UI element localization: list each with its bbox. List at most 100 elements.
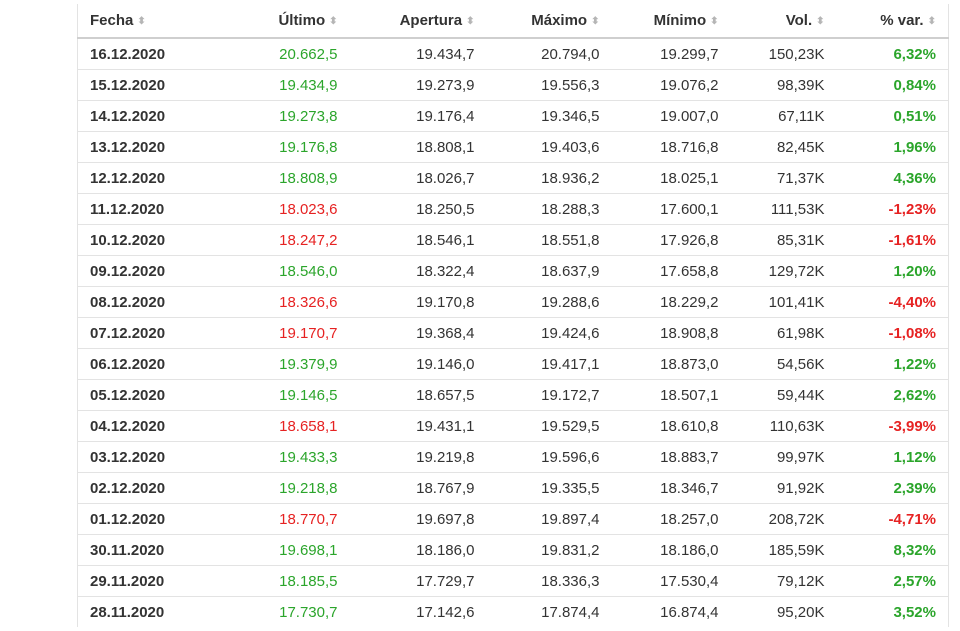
cell-date: 12.12.2020 [77,162,197,194]
cell-volume: 98,39K [730,69,837,101]
column-header-label: Mínimo [653,12,707,29]
column-header-low[interactable]: Mínimo ⬍ [611,4,731,39]
cell-date: 15.12.2020 [77,69,197,101]
sort-updown-icon[interactable]: ⬍ [928,16,936,27]
cell-open: 18.186,0 [349,534,487,566]
cell-change-pct: 6,32% [893,45,936,63]
table-row: 09.12.2020 18.546,0 18.322,4 18.637,9 17.658… [77,255,949,287]
cell-change-pct: 1,20% [836,255,949,287]
sort-updown-icon[interactable]: ⬍ [466,16,474,27]
cell-last: 19.146,5 [196,379,350,411]
cell-high: 19.596,6 [486,441,612,473]
cell-volume: 99,97K [730,441,837,473]
cell-low: 16.874,4 [611,596,731,627]
column-header-label: Fecha [90,12,134,29]
cell-open: 19.170,8 [349,286,487,318]
cell-high: 19.897,4 [486,503,612,535]
cell-high: 19.288,6 [486,286,612,318]
cell-volume: 110,63K [730,410,837,442]
cell-high: 19.556,3 [486,69,612,101]
cell-change-pct: 3,52% [836,596,949,627]
sort-updown-icon[interactable]: ⬍ [591,16,599,27]
cell-date: 06.12.2020 [77,348,197,380]
column-header-label: % var. [880,12,924,29]
sort-updown-icon[interactable]: ⬍ [816,16,824,27]
sort-updown-icon[interactable]: ⬍ [329,16,337,27]
cell-date: 10.12.2020 [77,224,197,256]
cell-open: 18.767,9 [349,472,487,504]
cell-volume: 54,56K [730,348,837,380]
cell-volume: 95,20K [730,596,837,627]
cell-volume: 150,23K [768,45,825,63]
cell-change-pct: 1,96% [836,131,949,163]
cell-volume: 85,31K [730,224,837,256]
cell-open: 19.219,8 [349,441,487,473]
cell-low: 19.076,2 [611,69,731,101]
cell-last: 18.185,5 [196,565,350,597]
cell-open: 19.273,9 [349,69,487,101]
cell-high: 19.831,2 [486,534,612,566]
cell-date: 30.11.2020 [77,534,197,566]
cell-change-pct: 4,36% [836,162,949,194]
table-row: 15.12.2020 19.434,9 19.273,9 19.556,3 19.076… [77,69,949,101]
cell-change-pct: 0,51% [836,100,949,132]
cell-low: 18.257,0 [611,503,731,535]
cell-low: 18.025,1 [611,162,731,194]
cell-high: 18.336,3 [486,565,612,597]
cell-volume: 185,59K [730,534,837,566]
column-header-label: Máximo [531,12,588,29]
cell-date: 04.12.2020 [77,410,197,442]
cell-low: 18.186,0 [611,534,731,566]
cell-change-pct: 1,22% [836,348,949,380]
cell-date: 16.12.2020 [90,45,166,63]
cell-low: 18.346,7 [611,472,731,504]
cell-high: 20.794,0 [541,45,600,63]
cell-low: 17.658,8 [611,255,731,287]
cell-date: 05.12.2020 [77,379,197,411]
cell-open: 18.026,7 [349,162,487,194]
table-header: Fecha ⬍ Último ⬍ Apertura ⬍ Máximo ⬍ Mínimo ⬍ Vol.… [77,4,949,39]
sort-updown-icon[interactable]: ⬍ [137,16,145,27]
table-row: 28.11.2020 17.730,7 17.142,6 17.874,4 16.874… [77,596,949,627]
column-header-last[interactable]: Último ⬍ [196,4,350,39]
cell-change-pct: 8,32% [836,534,949,566]
cell-low: 18.883,7 [611,441,731,473]
cell-high: 18.288,3 [486,193,612,225]
cell-last: 19.273,8 [196,100,350,132]
cell-open: 17.142,6 [349,596,487,627]
column-header-change-pct[interactable]: % var. ⬍ [836,4,949,39]
column-header-high[interactable]: Máximo ⬍ [486,4,612,39]
cell-open: 18.322,4 [349,255,487,287]
column-header-open[interactable]: Apertura ⬍ [349,4,487,39]
cell-low: 18.716,8 [611,131,731,163]
cell-last: 18.808,9 [196,162,350,194]
sort-updown-icon[interactable]: ⬍ [710,16,718,27]
cell-last: 19.170,7 [196,317,350,349]
column-header-label: Apertura [399,12,463,29]
cell-date: 07.12.2020 [77,317,197,349]
cell-low: 19.299,7 [660,45,719,63]
cell-high: 18.936,2 [486,162,612,194]
cell-change-pct: 2,62% [836,379,949,411]
cell-open: 18.546,1 [349,224,487,256]
cell-volume: 208,72K [730,503,837,535]
cell-low: 17.530,4 [611,565,731,597]
cell-last: 17.730,7 [196,596,350,627]
cell-high: 19.417,1 [486,348,612,380]
cell-open: 18.657,5 [349,379,487,411]
cell-low: 17.600,1 [611,193,731,225]
table-row: 10.12.2020 18.247,2 18.546,1 18.551,8 17.926… [77,224,949,256]
column-header-date[interactable]: Fecha ⬍ [77,4,197,39]
cell-change-pct: -3,99% [836,410,949,442]
table-row: 11.12.2020 18.023,6 18.250,5 18.288,3 17.600… [77,193,949,225]
cell-date: 02.12.2020 [77,472,197,504]
cell-date: 28.11.2020 [77,596,197,627]
table-row: 14.12.2020 19.273,8 19.176,4 19.346,5 19.007… [77,100,949,132]
historical-data-table-container: Fecha ⬍ Último ⬍ Apertura ⬍ Máximo ⬍ Mínimo ⬍ Vol.… [77,4,949,627]
cell-last: 18.326,6 [196,286,350,318]
cell-volume: 91,92K [730,472,837,504]
cell-high: 19.403,6 [486,131,612,163]
cell-last: 18.247,2 [196,224,350,256]
column-header-label: Último [278,12,326,29]
column-header-volume[interactable]: Vol. ⬍ [730,4,837,39]
